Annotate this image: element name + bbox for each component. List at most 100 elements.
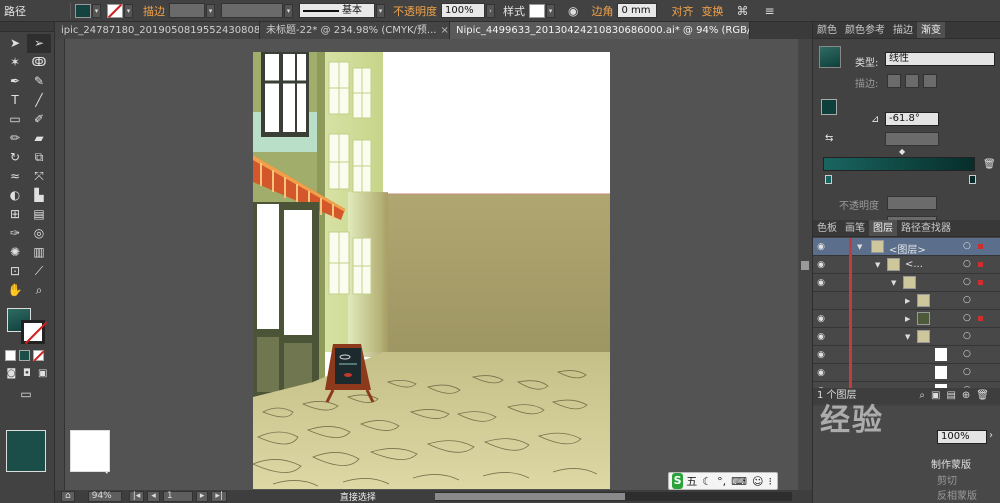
pen-tool-icon[interactable]: ✒ [3,72,27,91]
layer-row[interactable]: ◉ ▼ ○ [813,328,1000,346]
stroke-dropdown-icon[interactable]: ▾ [124,3,133,18]
aspect-ratio-field[interactable] [885,132,939,146]
target-circle-icon[interactable]: ○ [963,367,971,377]
opacity-field[interactable]: 100% [441,3,485,18]
paintbrush-tool-icon[interactable]: ✐ [27,110,51,129]
keyboard-icon[interactable]: ⌨ [731,475,747,488]
type-tool-icon[interactable]: T [3,91,27,110]
target-circle-icon[interactable]: ○ [963,331,971,341]
tab-pathfinder[interactable]: 路径查找器 [897,220,955,236]
gradient-stop-end[interactable] [969,175,976,184]
gradient-mode-icon[interactable] [19,350,30,361]
tab-color[interactable]: 颜色 [813,22,841,38]
gradient-type-select[interactable]: 线性 [885,52,995,66]
target-circle-icon[interactable]: ○ [963,241,971,251]
transparency-opacity-field[interactable]: 100% [937,430,987,444]
stroke-color-box[interactable] [21,320,45,344]
corner-label[interactable]: 边角 [587,3,617,19]
tab-document-3[interactable]: Nipic_4499633_20130424210830686000.ai* @… [450,22,750,39]
selection-tool-icon[interactable]: ➤ [3,34,27,53]
expand-triangle-icon[interactable]: ▼ [905,333,910,341]
corner-field[interactable]: 0 mm [617,3,658,18]
delete-stop-icon[interactable]: 🗑 [983,159,996,170]
draw-inside-icon[interactable]: ▣ [36,367,49,381]
page-field[interactable]: 1 [162,491,193,502]
stop-opacity-field[interactable] [887,196,937,210]
color-mode-icon[interactable] [5,350,16,361]
vertical-scroll-thumb[interactable] [801,261,809,270]
canvas-area[interactable]: ↖ [55,39,800,490]
horizontal-scrollbar[interactable] [435,492,792,501]
close-icon[interactable]: × [440,25,448,36]
none-mode-icon[interactable] [33,350,45,362]
mesh-tool-icon[interactable]: ⊞ [3,205,27,224]
width-tool-icon[interactable]: ≈ [3,167,27,186]
slice-tool-icon[interactable]: ⟋ [27,262,51,281]
hand-tool-icon[interactable]: ✋ [3,281,27,300]
moon-icon[interactable]: ☾ [702,475,712,488]
artboard-tool-icon[interactable]: ⊡ [3,262,27,281]
panel-menu-icon[interactable]: ≡ [761,4,777,18]
clip-checkbox-label[interactable]: 剪切 [937,472,957,487]
stroke-label[interactable]: 描边 [139,3,169,19]
tab-stroke[interactable]: 描边 [889,22,917,38]
target-circle-icon[interactable]: ○ [963,295,971,305]
layer-row[interactable]: ▶ ○ [813,292,1000,310]
grid-icon[interactable]: ⁝ [769,475,773,488]
target-circle-icon[interactable]: ○ [963,259,971,269]
variable-width-field[interactable] [221,3,283,18]
symbol-sprayer-tool-icon[interactable]: ✺ [3,243,27,262]
opacity-label[interactable]: 不透明度 [389,3,441,19]
toolbox-grip[interactable] [0,22,54,32]
eraser-tool-icon[interactable]: ▰ [27,129,51,148]
stroke-option-1[interactable] [887,74,901,88]
line-tool-icon[interactable]: ╱ [27,91,51,110]
layer-row[interactable]: ◉ ○ [813,346,1000,364]
stroke-option-2[interactable] [905,74,919,88]
tab-color-guide[interactable]: 颜色参考 [841,22,889,38]
recolor-icon[interactable]: ◉ [565,4,581,18]
layer-row[interactable]: ◉ ▼ ○ [813,274,1000,292]
tab-gradient[interactable]: 渐变 [917,22,945,38]
zoom-field[interactable]: 94% [87,491,122,502]
gradient-preview-swatch[interactable] [819,46,841,68]
direct-selection-tool-icon[interactable]: ➢ [27,34,51,53]
align-label[interactable]: 对齐 [667,3,697,19]
blend-tool-icon[interactable]: ◎ [27,224,51,243]
isolate-icon[interactable]: ⌘ [733,4,751,18]
scale-tool-icon[interactable]: ⧉ [27,148,51,167]
opacity-arrow-icon[interactable]: › [989,430,993,441]
next-button[interactable]: ▸ [195,491,209,502]
visibility-eye-icon[interactable]: ◉ [813,332,829,342]
tab-document-1[interactable]: ipic_24787180_20190508195524308085.ai*× [55,22,260,39]
expand-triangle-icon[interactable]: ▼ [875,261,880,269]
target-circle-icon[interactable]: ○ [963,277,971,287]
visibility-eye-icon[interactable]: ◉ [813,350,829,360]
fill-swatch[interactable] [75,3,91,18]
stroke-style-field[interactable]: 基本 [299,3,375,18]
ime-mode[interactable]: 五 [686,473,697,489]
style-swatch[interactable] [529,3,545,18]
free-transform-tool-icon[interactable]: ⤧ [27,167,51,186]
rectangle-tool-icon[interactable]: ▭ [3,110,27,129]
invert-mask-checkbox-label[interactable]: 反相蒙版 [937,487,977,502]
style-dropdown-icon[interactable]: ▾ [546,3,555,18]
visibility-eye-icon[interactable]: ◉ [813,368,829,378]
layer-action-icons[interactable]: ⌕▣▤⊕🗑 [919,388,995,404]
artboard[interactable] [253,52,610,489]
layer-row[interactable]: ◉ ▼ <... ○ [813,256,1000,274]
draw-normal-icon[interactable]: ◙ [5,367,18,381]
visibility-eye-icon[interactable]: ◉ [813,278,829,288]
stroke-style-dropdown-icon[interactable]: ▾ [376,3,385,18]
stroke-weight-field[interactable] [169,3,205,18]
shape-builder-tool-icon[interactable]: ◐ [3,186,27,205]
visibility-eye-icon[interactable]: ◉ [813,242,829,252]
prev-button[interactable]: ◂ [147,491,160,502]
lasso-tool-icon[interactable]: ↂ [27,53,51,72]
perspective-grid-tool-icon[interactable]: ▙ [27,186,51,205]
layer-row[interactable]: ◉ ▶ ○ [813,310,1000,328]
tab-brushes[interactable]: 画笔 [841,220,869,236]
draw-behind-icon[interactable]: ◘ [21,367,34,381]
prev-artboard-button[interactable]: |◂ [128,491,145,502]
visibility-eye-icon[interactable]: ◉ [813,260,829,270]
